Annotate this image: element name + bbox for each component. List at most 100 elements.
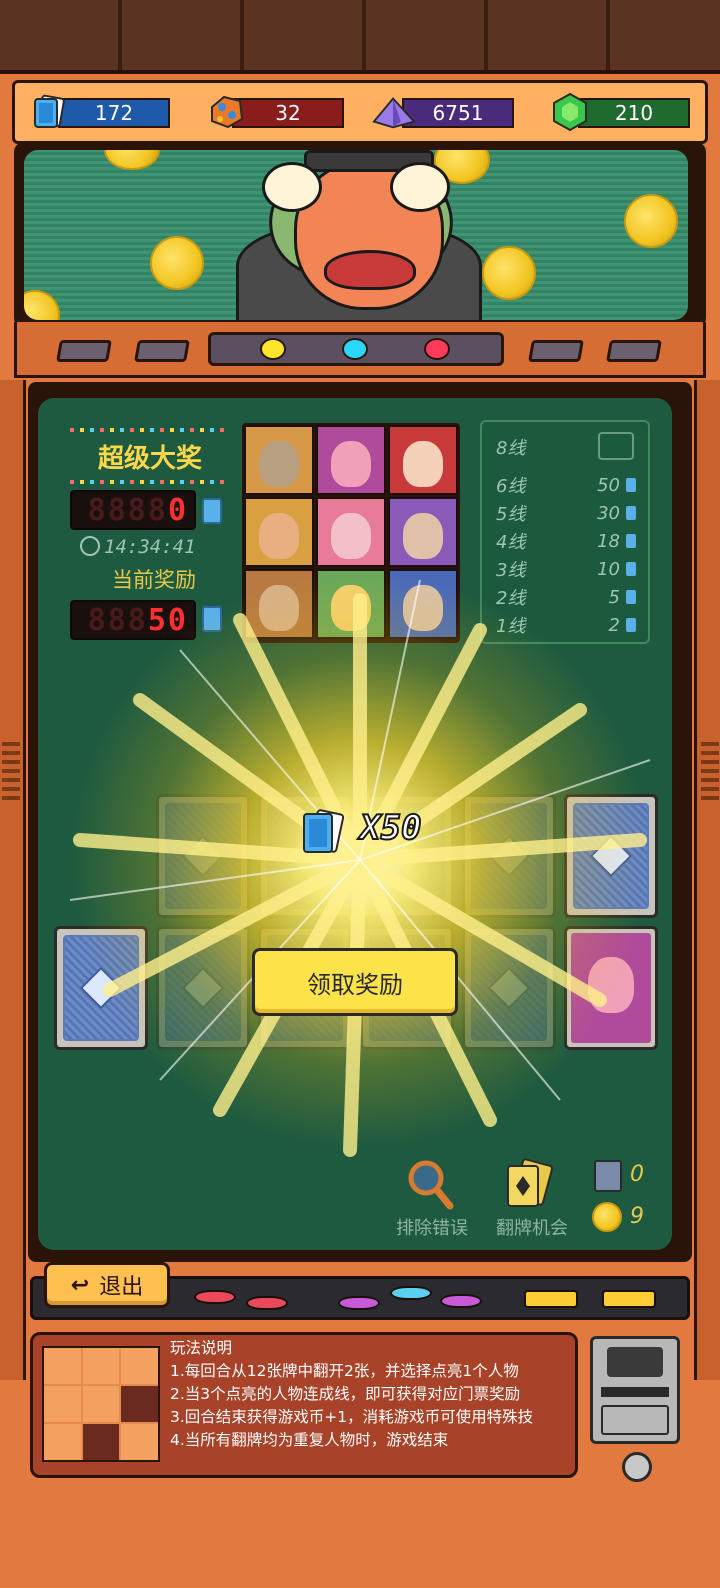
eliminate-error-label[interactable]: 排除错误 — [384, 1214, 480, 1240]
coin-count: 9 — [630, 1204, 644, 1229]
payout-value: 10 — [597, 558, 620, 580]
payout-row: 6线 50 — [496, 472, 636, 498]
jackpot-display: 8888 0 — [70, 490, 196, 530]
panel-slot — [56, 340, 112, 362]
purple-crystal-icon — [372, 92, 416, 132]
ticket-icon — [626, 506, 636, 520]
yellow-lamp-icon — [260, 338, 286, 360]
machine-output — [601, 1387, 669, 1397]
character-portrait[interactable] — [316, 425, 386, 495]
character-portrait[interactable] — [316, 497, 386, 567]
payout-label: 3线 — [496, 560, 526, 581]
coin-decoration — [482, 246, 536, 300]
jackpot-title: 超级大奖 — [97, 443, 202, 474]
character-portrait[interactable] — [388, 569, 458, 639]
character-card-revealed[interactable] — [564, 926, 658, 1050]
ticket-icon — [202, 606, 222, 632]
card-count: 0 — [630, 1162, 644, 1187]
character-portrait[interactable] — [388, 497, 458, 567]
magnifier-icon[interactable] — [404, 1158, 456, 1212]
machine-slot — [607, 1347, 663, 1377]
coin-decoration — [150, 236, 204, 290]
payout-row: 1线 2 — [496, 612, 636, 638]
character-portrait[interactable] — [244, 425, 314, 495]
top-screen — [24, 150, 688, 320]
vent-left — [2, 740, 20, 800]
purple-console-button[interactable] — [440, 1294, 482, 1308]
current-reward-display: 888 50 — [70, 600, 196, 640]
marquee-lights-bottom — [70, 480, 230, 484]
exit-label: 退出 — [99, 1275, 144, 1300]
jackpot-timer: 14:34:41 — [104, 536, 196, 558]
panel-slot — [606, 340, 662, 362]
panel-slot — [528, 340, 584, 362]
crystal-counter: 6751 — [402, 98, 514, 128]
red-console-button[interactable] — [246, 1296, 288, 1310]
character-portrait[interactable] — [388, 425, 458, 495]
payout-label: 4线 — [496, 532, 526, 553]
exit-button[interactable]: ↩ 退出 — [44, 1262, 170, 1308]
cards-icon[interactable] — [500, 1158, 558, 1212]
back-arrow-icon: ↩ — [70, 1272, 90, 1298]
payout-label: 6线 — [496, 476, 526, 497]
cabinet-side-right — [694, 380, 720, 1380]
jackpot-value: 0 — [167, 492, 188, 528]
payout-value: 5 — [608, 586, 620, 608]
card-back[interactable] — [156, 794, 250, 918]
red-console-button[interactable] — [194, 1290, 236, 1304]
frog-eye-right — [390, 162, 450, 212]
reward-ticket-icon — [296, 806, 352, 856]
flip-chance-label[interactable]: 翻牌机会 — [484, 1214, 580, 1240]
payout-value: 50 — [597, 474, 620, 496]
rule-line: 4.当所有翻牌均为重复人物时，游戏结束 — [170, 1431, 449, 1449]
cyan-console-button[interactable] — [390, 1286, 432, 1300]
keyhole-icon — [622, 1452, 652, 1482]
coin-decoration — [24, 290, 60, 320]
purple-console-button[interactable] — [338, 1296, 380, 1310]
yellow-console-button[interactable] — [602, 1290, 656, 1308]
current-reward-value: 50 — [147, 602, 188, 638]
rule-line: 2.当3个点亮的人物连成线，即可获得对应门票奖励 — [170, 1385, 521, 1403]
payout-value: 2 — [608, 614, 620, 636]
card-back[interactable] — [462, 794, 556, 918]
cabinet-side-left — [0, 380, 26, 1380]
reward-multiplier: X50 — [359, 807, 422, 849]
character-portrait[interactable] — [244, 497, 314, 567]
payout-row: 4线 18 — [496, 528, 636, 554]
panel-slot — [134, 340, 190, 362]
ticket-icon — [626, 590, 636, 604]
payout-value: 18 — [597, 530, 620, 552]
card-back[interactable] — [54, 926, 148, 1050]
game-coin-icon — [592, 1202, 622, 1232]
ticket-icon — [626, 478, 636, 492]
card-back[interactable] — [462, 926, 556, 1050]
cyan-lamp-icon — [342, 338, 368, 360]
jackpot-dim-digits: 8888 — [87, 492, 168, 528]
payout-label: 8线 — [496, 438, 526, 459]
character-portrait[interactable] — [244, 569, 314, 639]
ticket-count: 172 — [94, 101, 134, 125]
gem-counter: 210 — [578, 98, 690, 128]
payout-row: 2线 5 — [496, 584, 636, 610]
current-dim-digits: 888 — [87, 602, 148, 638]
ticket-machine[interactable] — [590, 1336, 680, 1444]
payout-label: 5线 — [496, 504, 526, 525]
yellow-console-button[interactable] — [524, 1290, 578, 1308]
card-back[interactable] — [564, 794, 658, 918]
payout-row: 5线 30 — [496, 500, 636, 526]
payout-row: 8线 — [496, 434, 636, 460]
green-gem-icon — [548, 92, 592, 132]
clock-icon — [80, 536, 100, 556]
character-portrait[interactable] — [316, 569, 386, 639]
rule-line: 3.回合结束获得游戏币+1，消耗游戏币可使用特殊技 — [170, 1408, 534, 1426]
card-back[interactable] — [156, 926, 250, 1050]
ticket-icon — [626, 562, 636, 576]
ticket-icon — [202, 498, 222, 524]
ticket-counter: 172 — [58, 98, 170, 128]
claim-reward-button[interactable]: 领取奖励 — [252, 948, 458, 1016]
vent-right — [701, 740, 719, 800]
ticket-icon — [28, 92, 72, 132]
card-counter-icon — [594, 1160, 622, 1192]
payout-label: 2线 — [496, 588, 526, 609]
ticket-icon — [626, 534, 636, 548]
